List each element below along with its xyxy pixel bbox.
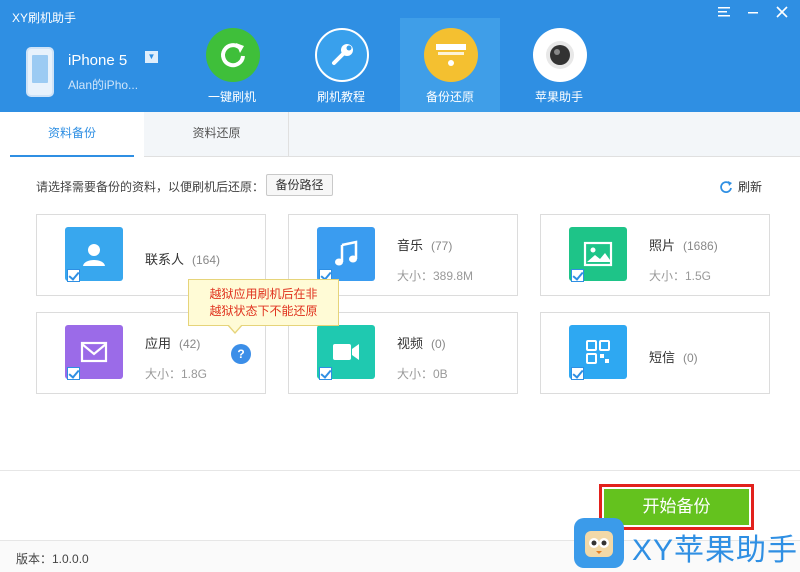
nav-label: 苹果助手 [534,90,583,104]
item-title: 短信 (0) [649,347,698,366]
item-size: 大小：1.8G [145,367,208,381]
minimize-icon[interactable] [742,4,764,26]
item-name: 音乐 [397,238,424,253]
item-name: 短信 [649,350,676,365]
tab-data-restore[interactable]: 资料还原 [145,112,289,157]
item-name: 应用 [145,336,172,351]
item-name: 联系人 [145,252,185,267]
tooltip-line: 越狱应用刷机后在非 [209,287,318,301]
nav-tutorial[interactable]: 刷机教程 [291,18,391,112]
nav-apple-assistant[interactable]: 苹果助手 [509,18,609,112]
item-title: 联系人 (164) [145,249,220,268]
item-count: (42) [179,337,201,351]
divider [0,470,800,471]
item-title: 照片 (1686) [649,235,718,254]
checkbox[interactable] [67,269,80,282]
item-size: 大小：0B [397,367,448,381]
refresh-label: 刷新 [738,180,763,194]
nav-label: 刷机教程 [316,90,365,104]
checkbox[interactable] [571,367,584,380]
item-size: 大小：389.8M [397,269,474,283]
tooltip-line: 越狱状态下不能还原 [209,304,318,318]
mascot-logo-icon [574,518,624,568]
item-count: (1686) [683,239,718,253]
item-card-sms[interactable]: 短信 (0) [540,312,770,394]
checkbox[interactable] [67,367,80,380]
help-icon[interactable]: ? [231,344,251,364]
item-title: 视频 (0) [397,333,446,352]
tab-data-backup[interactable]: 资料备份 [0,112,144,157]
title-bar: XY刷机助手 iPhone 5 ▼ Alan的iPho... 一键刷机 刷机教程… [0,0,800,112]
item-count: (0) [431,337,446,351]
checkbox[interactable] [571,269,584,282]
item-card-photos[interactable]: 照片 (1686) 大小：1.5G [540,214,770,296]
camera-icon [533,28,587,82]
instruction-text: 请选择需要备份的资料，以便刷机后还原： [36,180,265,194]
jailbreak-tooltip: 越狱应用刷机后在非 越狱状态下不能还原 [188,279,339,334]
item-count: (0) [683,351,698,365]
checkbox[interactable] [319,367,332,380]
item-name: 照片 [649,238,676,253]
phone-icon [26,47,54,97]
device-dropdown-icon[interactable]: ▼ [145,51,158,63]
refresh-icon [206,28,260,82]
app-title: XY刷机助手 [12,11,77,25]
device-owner: Alan的iPho... [68,78,139,92]
nav-one-click-flash[interactable]: 一键刷机 [182,18,282,112]
nav-backup-restore[interactable]: 备份还原 [400,18,500,112]
tab-bar: 资料备份 资料还原 [0,112,800,157]
watermark-text: XY苹果助手 [632,534,799,567]
item-name: 视频 [397,336,424,351]
item-title: 音乐 (77) [397,235,452,254]
start-backup-label: 开始备份 [604,489,749,525]
refresh-icon [720,180,732,193]
item-title: 应用 (42) [145,333,200,352]
item-count: (77) [431,239,453,253]
wrench-icon [315,28,369,82]
refresh-button[interactable]: 刷新 [719,178,762,195]
item-count: (164) [192,253,221,267]
close-icon[interactable] [771,4,793,26]
box-icon [424,28,478,82]
version-text: 版本：1.0.0.0 [16,552,89,566]
nav-label: 备份还原 [425,90,474,104]
menu-icon[interactable] [713,4,735,26]
backup-path-button[interactable]: 备份路径 [266,174,333,196]
item-size: 大小：1.5G [649,269,712,283]
device-name: iPhone 5 [68,52,128,69]
nav-label: 一键刷机 [207,90,256,104]
